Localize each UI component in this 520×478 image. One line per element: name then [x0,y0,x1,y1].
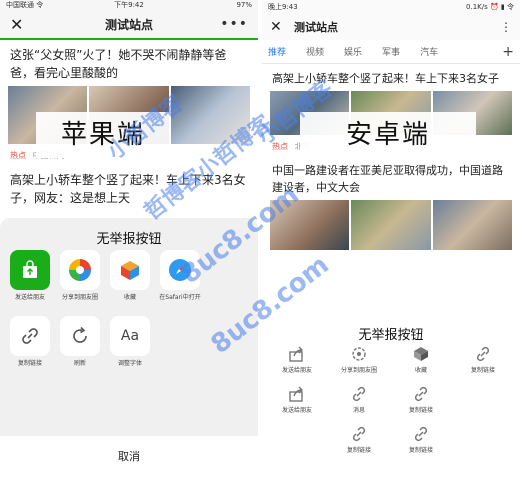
status-time: 晚上9:43 [268,3,298,11]
more-icon[interactable]: ••• [220,16,248,32]
sheet-title: 无举报按钮 [358,328,424,343]
carrier: 中国联通 令 [6,1,44,9]
status-time: 下午9:42 [114,1,144,9]
forward-icon [266,344,328,364]
android-panel: 晚上9:43 0.1K/s ⏰ ▮ 令 ✕ 测试站点 ⋮ 推荐 视频 娱乐 军事… [262,0,520,478]
link-icon [10,316,50,356]
copy-link-button[interactable]: 复制链接 [328,424,390,464]
favorite-cube-icon [390,344,452,364]
close-icon[interactable]: ✕ [270,19,288,35]
close-icon[interactable]: ✕ [10,15,30,34]
article-thumbnails-2[interactable] [262,198,520,252]
android-share-sheet: 无举报按钮 发送给朋友 分享到朋友圈 收藏 复制链接 发送给朋友 消息 复制链接… [262,316,520,478]
favorite-cube-icon [110,250,150,290]
thumbnail-image [432,200,512,250]
moments-icon [60,250,100,290]
article-title-2[interactable]: 高架上小轿车整个竖了起来！车上下来3名女子，网友：这是想上天 [0,165,258,209]
hot-badge: 热点 [272,142,288,151]
message-button[interactable]: 消息 [328,384,390,424]
ios-panel: 中国联通 令 下午9:42 97% ✕ 测试站点 ••• 这张“父女照”火了！她… [0,0,258,478]
copy-link-button[interactable]: 复制链接 [6,316,54,368]
more-icon[interactable]: ⋮ [500,20,512,34]
send-to-friend-button[interactable]: 发送给朋友 [266,344,328,384]
link-icon [390,384,452,404]
add-tab-icon[interactable]: + [502,44,514,60]
link-icon [390,424,452,444]
send-to-friend-button[interactable]: 发送给朋友 [6,250,54,302]
thumbnail-image [351,200,431,250]
category-tabs: 推荐 视频 娱乐 军事 汽车 + [262,40,520,64]
android-share-row-1: 发送给朋友 分享到朋友圈 收藏 复制链接 [262,344,520,384]
android-navbar: ✕ 测试站点 ⋮ [262,14,520,40]
font-size-button[interactable]: Aa 调整字体 [106,316,154,368]
link-icon [452,344,514,364]
copy-link-button[interactable]: 复制链接 [452,344,514,384]
copy-link-button[interactable]: 复制链接 [390,384,452,424]
link-icon [328,424,390,444]
hot-badge: 热点 [10,151,26,160]
thumbnail-image [270,200,350,250]
tab-entertainment[interactable]: 娱乐 [344,45,362,58]
tab-auto[interactable]: 汽车 [420,45,438,58]
copy-link-button[interactable]: 复制链接 [390,424,452,464]
ios-navbar: ✕ 测试站点 ••• [0,10,258,40]
page-title: 测试站点 [294,21,338,34]
ios-share-row-1: 发送给朋友 分享到朋友圈 收藏 在Safari中打开 [0,250,258,302]
forward-icon [266,384,328,404]
platform-label-android: 安卓端 [300,112,476,158]
android-share-row-3: 复制链接 复制链接 [262,424,520,464]
tab-military[interactable]: 军事 [382,45,400,58]
article-title-1[interactable]: 高架上小轿车整个竖了起来！车上下来3名女子 [262,64,520,89]
favorite-button[interactable]: 收藏 [106,250,154,302]
thumbnail-image [170,86,250,144]
android-share-row-2: 发送给朋友 消息 复制链接 [262,384,520,424]
share-bag-icon [10,250,50,290]
safari-icon [160,250,200,290]
refresh-icon [60,316,100,356]
ios-share-row-2: 复制链接 刷新 Aa 调整字体 [0,316,258,368]
article-title-1[interactable]: 这张“父女照”火了！她不哭不闹静静等爸爸，看完心里酸酸的 [0,40,258,84]
ios-share-sheet: 无举报按钮 发送给朋友 分享到朋友圈 收藏 在Safari中打开 复制链接 刷新… [0,218,258,478]
status-indicators: 0.1K/s ⏰ ▮ 令 [466,3,514,11]
ios-status-bar: 中国联通 令 下午9:42 97% [0,0,258,10]
sheet-title: 无举报按钮 [96,232,162,247]
cancel-button[interactable]: 取消 [0,436,258,478]
tab-video[interactable]: 视频 [306,45,324,58]
share-moments-button[interactable]: 分享到朋友圈 [56,250,104,302]
platform-label-ios: 苹果端 [36,112,170,158]
send-to-friend-button[interactable]: 发送给朋友 [266,384,328,424]
article-title-2[interactable]: 中国一路建设者在亚美尼亚取得成功，中国道路建设者，中文大会 [262,156,520,198]
tab-recommend[interactable]: 推荐 [268,45,286,58]
moments-icon [328,344,390,364]
favorite-button[interactable]: 收藏 [390,344,452,384]
link-icon [328,384,390,404]
open-in-safari-button[interactable]: 在Safari中打开 [156,250,204,302]
battery: 97% [236,1,252,9]
refresh-button[interactable]: 刷新 [56,316,104,368]
android-status-bar: 晚上9:43 0.1K/s ⏰ ▮ 令 [262,0,520,14]
share-moments-button[interactable]: 分享到朋友圈 [328,344,390,384]
font-icon: Aa [110,316,150,356]
